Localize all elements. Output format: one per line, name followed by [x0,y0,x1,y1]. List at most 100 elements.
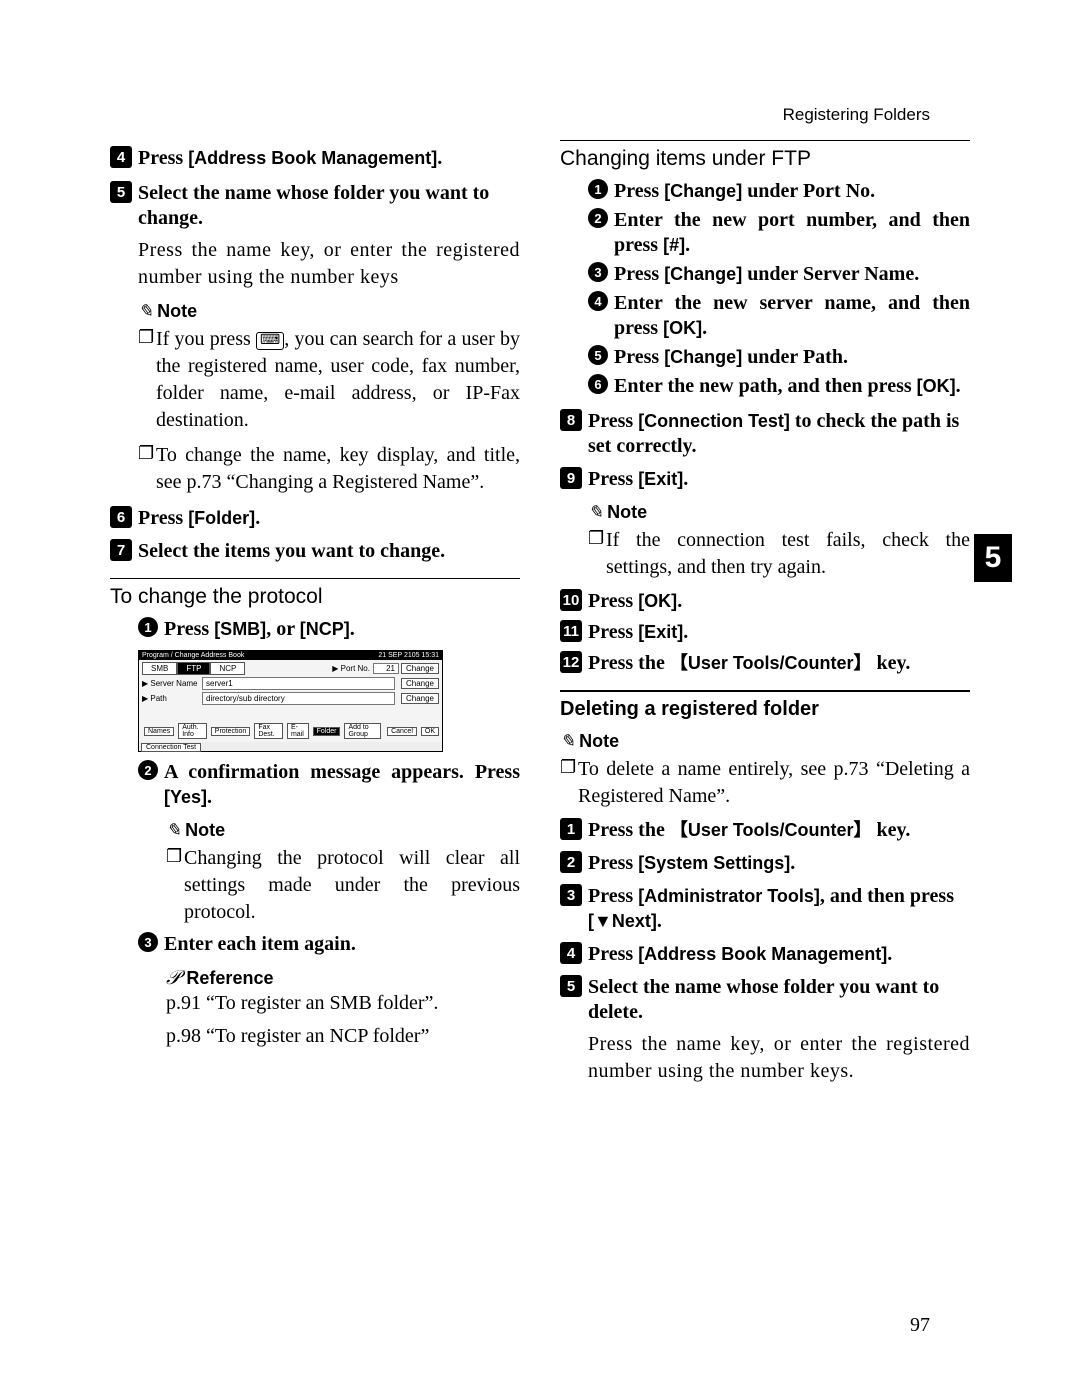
pencil-icon: ✎ [588,502,603,523]
s8-pre: Press [588,410,638,432]
ss-bottom-ok[interactable]: OK [421,727,439,736]
ss-path-value: directory/sub directory [202,692,395,705]
d2-btn: [System Settings] [638,853,790,873]
d1-post: key. [872,819,911,841]
sub1-mid: , or [266,618,300,640]
ss-port-change[interactable]: Change [401,663,439,674]
f5-post: under Path. [742,346,848,368]
ss-bottom-auth[interactable]: Auth. Info [178,723,207,739]
d4-post: . [887,943,892,965]
del-step-4-badge: 4 [560,942,582,964]
sub2-post: . [207,786,212,808]
pencil-icon: ✎ [560,731,575,752]
ss-server-change[interactable]: Change [401,678,439,689]
square-bullet-icon: ❐ [560,756,578,779]
ss-path-label: ▶ Path [142,694,202,703]
s11-pre: Press [588,621,638,643]
ss-bottom-fax[interactable]: Fax Dest. [254,723,283,739]
d2-pre: Press [588,852,638,874]
d1-key: 【User Tools/Counter】 [670,820,872,840]
ftp-substep-1: 1 [588,179,608,199]
d3-post: . [657,910,662,932]
key-icon: ⌨ [256,332,284,350]
d5-body: Press the name key, or enter the registe… [588,1031,970,1085]
step-10-badge: 10 [560,589,582,611]
ss-bottom-cancel[interactable]: Cancel [387,727,417,736]
f6-text: Enter the new path, and then press [614,375,917,397]
reference-icon: 𝒫 [166,967,180,990]
ftp-substep-3: 3 [588,262,608,282]
step-9-badge: 9 [560,467,582,489]
reference-2: p.98 “To register an NCP folder” [166,1023,520,1050]
chapter-tab: 5 [974,534,1012,582]
del-step-1-badge: 1 [560,818,582,840]
delete-note: To delete a name entirely, see p.73 “Del… [578,756,970,810]
sub2-text: A confirmation message appears. Press [164,761,520,783]
ftp-substep-6: 6 [588,374,608,394]
f1-pre: Press [614,180,664,202]
note1-bullet2: To change the name, key display, and tit… [156,442,520,496]
ss-tab-ncp[interactable]: NCP [210,662,245,675]
s10-btn: [OK] [638,591,677,611]
d4-pre: Press [588,943,638,965]
protocol-section-title: To change the protocol [110,585,520,609]
sub2-btn: [Yes] [164,787,207,807]
ftp-substep-5: 5 [588,345,608,365]
d2-post: . [790,852,795,874]
step-5-title: Select the name whose folder you want to… [138,181,520,231]
reference-label: Reference [186,968,273,989]
ss-title-right: 21 SEP 2105 15:31 [378,652,439,659]
f3-post: under Server Name. [742,263,919,285]
step-7-badge: 7 [110,539,132,561]
f4-post: . [702,317,707,339]
ss-tab-smb[interactable]: SMB [142,662,177,675]
f2-post: . [685,234,690,256]
s11-post: . [683,621,688,643]
f1-btn: [Change] [664,181,742,201]
ftp-substep-4: 4 [588,291,608,311]
d3-pre: Press [588,885,638,907]
ss-server-value: server1 [202,677,395,690]
step-6-pre: Press [138,507,188,529]
d5-title: Select the name whose folder you want to… [588,975,970,1025]
square-bullet-icon: ❐ [138,442,156,465]
step-7-title: Select the items you want to change. [138,539,520,564]
ss-bottom-folder[interactable]: Folder [313,727,341,736]
step-8-badge: 8 [560,409,582,431]
d3-mid: , and then press [820,885,954,907]
step-11-badge: 11 [560,620,582,642]
substep-1-badge: 1 [138,617,158,637]
ss-tab-ftp[interactable]: FTP [177,662,210,675]
d1-pre: Press the [588,819,670,841]
ftp-section-title: Changing items under FTP [560,147,970,171]
s12-post: key. [872,652,911,674]
ss-bottom-protection[interactable]: Protection [211,727,251,736]
note-label: Note [185,820,225,841]
sub1-pre: Press [164,618,214,640]
square-bullet-icon: ❐ [588,527,606,550]
ss-bottom-addgroup[interactable]: Add to Group [344,723,381,739]
ss-bottom-email[interactable]: E-mail [287,723,309,739]
step-12-badge: 12 [560,651,582,673]
reference-1: p.91 “To register an SMB folder”. [166,990,520,1017]
s12-key: 【User Tools/Counter】 [670,653,872,673]
square-bullet-icon: ❐ [138,326,156,349]
ss-server-label: ▶ Server Name [142,679,202,688]
f6-btn: [OK] [917,376,956,396]
protocol-note: Changing the protocol will clear all set… [184,845,520,926]
f6-post: . [956,375,961,397]
sub1-btn: [SMB] [214,619,266,639]
ss-bottom-names[interactable]: Names [144,727,174,736]
s9-btn: [Exit] [638,469,683,489]
ftp-settings-screenshot: Program / Change Address Book 21 SEP 210… [138,650,443,752]
f2-btn: [#] [663,235,685,255]
note1-bullet1: If you press ⌨, you can search for a use… [156,326,520,434]
ss-path-change[interactable]: Change [401,693,439,704]
s12-pre: Press the [588,652,670,674]
ss-connection-test[interactable]: Connection Test [141,743,201,752]
square-bullet-icon: ❐ [166,845,184,868]
sub1-btn2: [NCP] [300,619,350,639]
pencil-icon: ✎ [166,820,181,841]
ss-port-value: 21 [373,663,399,674]
step-4-badge: 4 [110,146,132,168]
